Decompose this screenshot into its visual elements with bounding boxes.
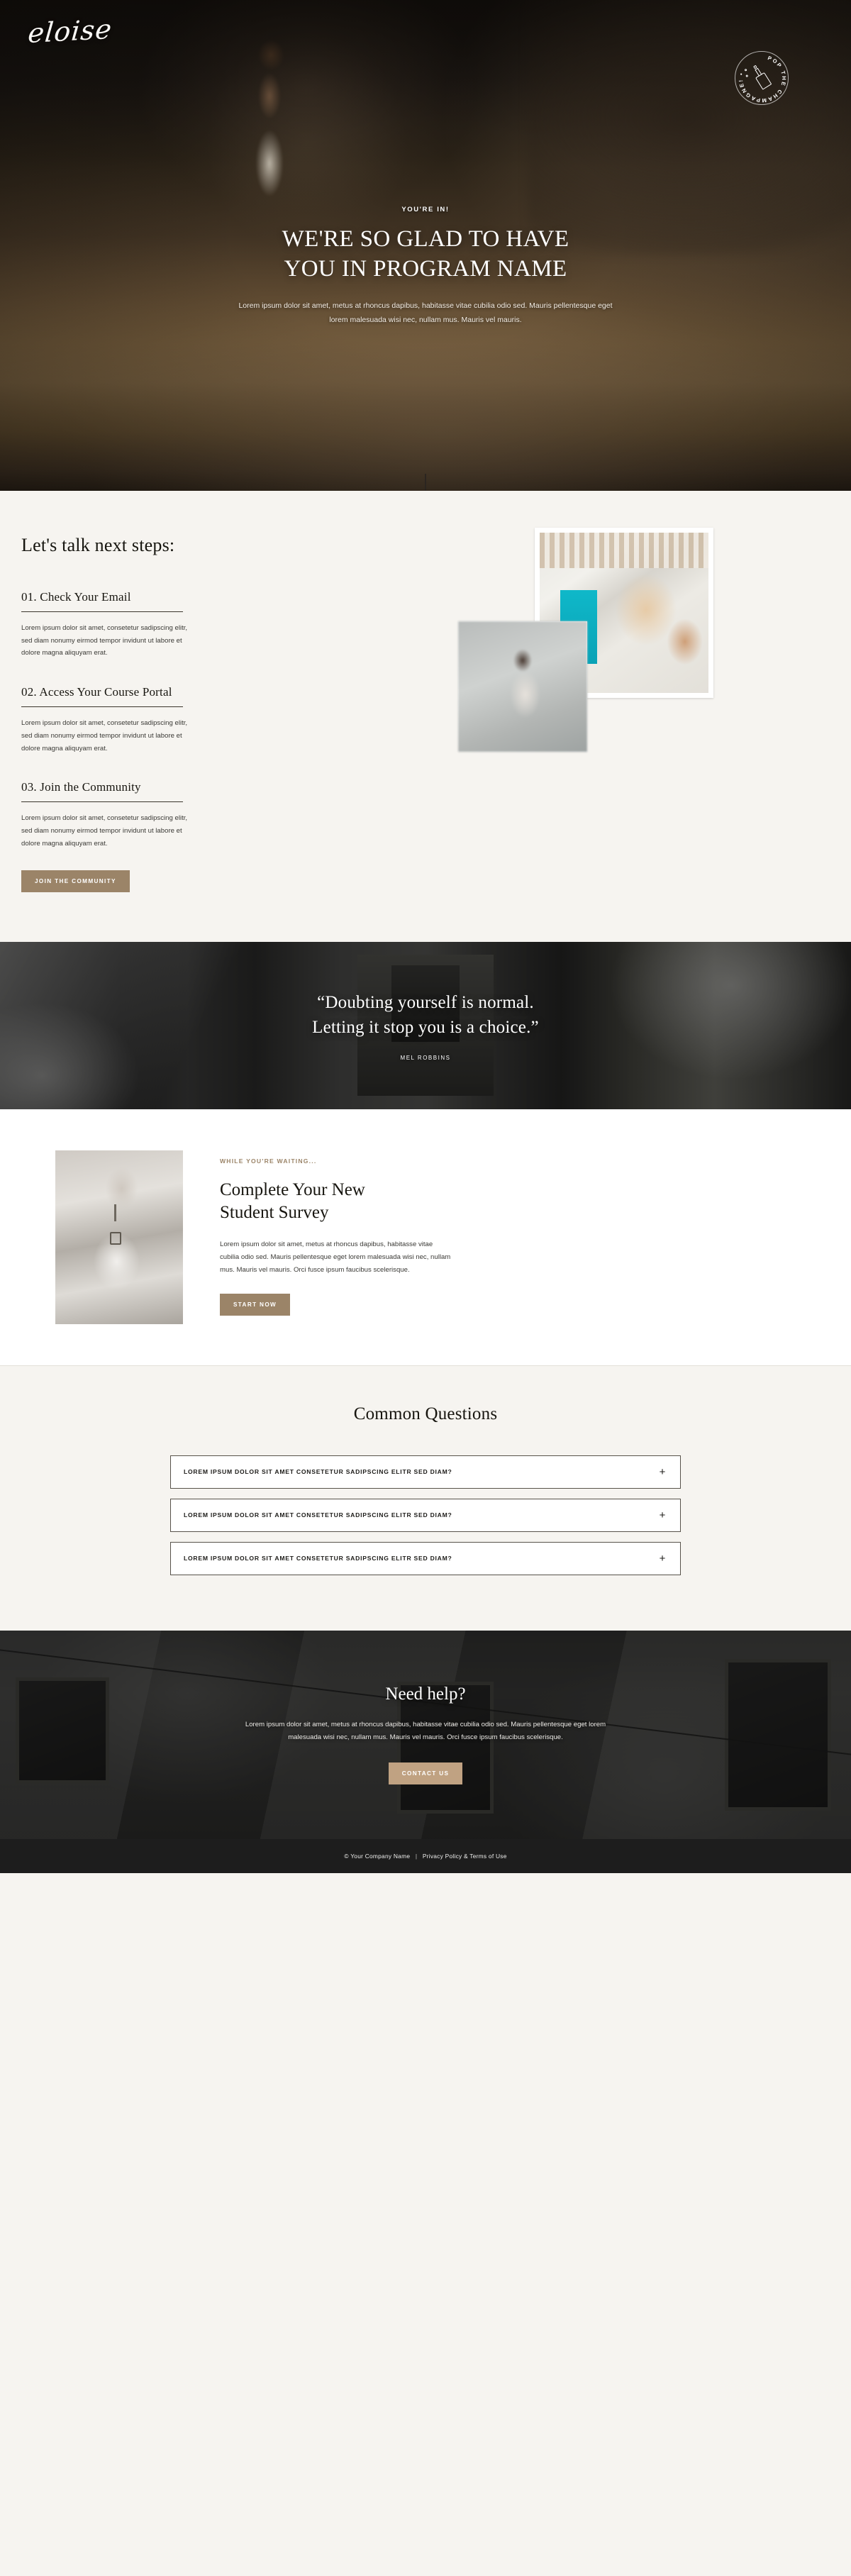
hero-title-line-2: YOU IN PROGRAM NAME	[284, 255, 567, 282]
faq-item-1-question: LOREM IPSUM DOLOR SIT AMET CONSETETUR SA…	[184, 1468, 452, 1476]
privacy-policy-link[interactable]: Privacy Policy & Terms of Use	[423, 1853, 507, 1860]
faq-title: Common Questions	[353, 1404, 498, 1423]
survey-section: WHILE YOU'RE WAITING... Complete Your Ne…	[0, 1109, 851, 1365]
steps-column: Let's talk next steps: 01. Check Your Em…	[21, 535, 447, 892]
help-title: Need help?	[385, 1684, 466, 1704]
page-title: WE'RE SO GLAD TO HAVE YOU IN PROGRAM NAM…	[135, 225, 716, 284]
help-content: Need help? Lorem ipsum dolor sit amet, m…	[0, 1631, 851, 1839]
next-steps-section: Let's talk next steps: 01. Check Your Em…	[0, 491, 851, 942]
brand-logo[interactable]: eloise	[27, 13, 113, 49]
step-2-body: Lorem ipsum dolor sit amet, consetetur s…	[21, 719, 188, 753]
survey-photo	[55, 1150, 183, 1324]
hero-section: eloise POP THE CHAMPAGNE! • YOU'RE IN! W…	[0, 0, 851, 491]
step-2-divider	[21, 706, 183, 708]
plus-icon[interactable]: +	[657, 1553, 667, 1564]
survey-title: Complete Your New Student Survey	[220, 1179, 454, 1224]
step-3-heading: 03. Join the Community	[21, 780, 141, 794]
hero-title-line-1: WE'RE SO GLAD TO HAVE	[282, 226, 569, 252]
faq-item-1[interactable]: LOREM IPSUM DOLOR SIT AMET CONSETETUR SA…	[170, 1455, 681, 1489]
footer-text: © Your Company Name | Privacy Policy & T…	[344, 1853, 506, 1860]
survey-title-line-1: Complete Your New	[220, 1179, 365, 1199]
arrow-down-icon[interactable]	[425, 474, 426, 491]
step-3-body: Lorem ipsum dolor sit amet, consetetur s…	[21, 814, 188, 848]
step-1-body: Lorem ipsum dolor sit amet, consetetur s…	[21, 624, 188, 657]
quote-line-2: Letting it stop you is a choice.”	[312, 1018, 539, 1038]
collage-photo-secondary-image	[458, 621, 587, 752]
hero-content: YOU'RE IN! WE'RE SO GLAD TO HAVE YOU IN …	[0, 206, 851, 327]
survey-grid: WHILE YOU'RE WAITING... Complete Your Ne…	[21, 1150, 830, 1324]
step-item-2: 02. Access Your Course Portal Lorem ipsu…	[21, 685, 447, 755]
pop-the-champagne-badge: POP THE CHAMPAGNE! •	[735, 51, 789, 105]
contact-us-button[interactable]: CONTACT US	[388, 1762, 463, 1785]
survey-eyebrow: WHILE YOU'RE WAITING...	[220, 1157, 317, 1165]
help-body: Lorem ipsum dolor sit amet, metus at rho…	[245, 1720, 606, 1742]
faq-item-3-question: LOREM IPSUM DOLOR SIT AMET CONSETETUR SA…	[184, 1555, 452, 1562]
join-the-community-button[interactable]: JOIN THE COMMUNITY	[21, 870, 130, 892]
step-1-divider	[21, 611, 183, 612]
quote-content: “Doubting yourself is normal. Letting it…	[0, 942, 851, 1109]
survey-title-line-2: Student Survey	[220, 1202, 329, 1222]
step-3-divider	[21, 801, 183, 803]
footer-separator: |	[415, 1852, 418, 1860]
steps-title: Let's talk next steps:	[21, 535, 175, 555]
step-item-1: 01. Check Your Email Lorem ipsum dolor s…	[21, 590, 447, 660]
plus-icon[interactable]: +	[657, 1467, 667, 1477]
page-footer: © Your Company Name | Privacy Policy & T…	[0, 1838, 851, 1873]
faq-section: Common Questions LOREM IPSUM DOLOR SIT A…	[0, 1365, 851, 1631]
footer-copyright: © Your Company Name	[344, 1852, 411, 1860]
quote-author: MEL ROBBINS	[400, 1054, 451, 1061]
quote-line-1: “Doubting yourself is normal.	[317, 992, 534, 1012]
survey-body: Lorem ipsum dolor sit amet, metus at rho…	[220, 1240, 451, 1275]
hero-eyebrow: YOU'RE IN!	[401, 206, 450, 213]
collage-photo-secondary	[458, 621, 587, 752]
faq-item-2[interactable]: LOREM IPSUM DOLOR SIT AMET CONSETETUR SA…	[170, 1498, 681, 1532]
need-help-section: Need help? Lorem ipsum dolor sit amet, m…	[0, 1630, 851, 1839]
steps-wrapper: Let's talk next steps: 01. Check Your Em…	[0, 528, 851, 892]
survey-content: WHILE YOU'RE WAITING... Complete Your Ne…	[220, 1150, 454, 1316]
faq-list: LOREM IPSUM DOLOR SIT AMET CONSETETUR SA…	[170, 1455, 681, 1575]
steps-grid: Let's talk next steps: 01. Check Your Em…	[21, 528, 830, 892]
faq-item-2-question: LOREM IPSUM DOLOR SIT AMET CONSETETUR SA…	[184, 1511, 452, 1519]
hero-subtitle: Lorem ipsum dolor sit amet, metus at rho…	[238, 301, 613, 324]
plus-icon[interactable]: +	[657, 1510, 667, 1521]
survey-wrapper: WHILE YOU'RE WAITING... Complete Your Ne…	[0, 1150, 851, 1324]
step-2-heading: 02. Access Your Course Portal	[21, 685, 172, 699]
step-item-3: 03. Join the Community Lorem ipsum dolor…	[21, 780, 447, 850]
faq-item-3[interactable]: LOREM IPSUM DOLOR SIT AMET CONSETETUR SA…	[170, 1541, 681, 1575]
quote-section: “Doubting yourself is normal. Letting it…	[0, 941, 851, 1109]
steps-photo-collage	[458, 528, 827, 755]
quote-text: “Doubting yourself is normal. Letting it…	[312, 990, 539, 1040]
landing-page: eloise POP THE CHAMPAGNE! • YOU'RE IN! W…	[0, 0, 851, 1873]
start-now-button[interactable]: START NOW	[220, 1294, 291, 1316]
step-1-heading: 01. Check Your Email	[21, 590, 131, 604]
